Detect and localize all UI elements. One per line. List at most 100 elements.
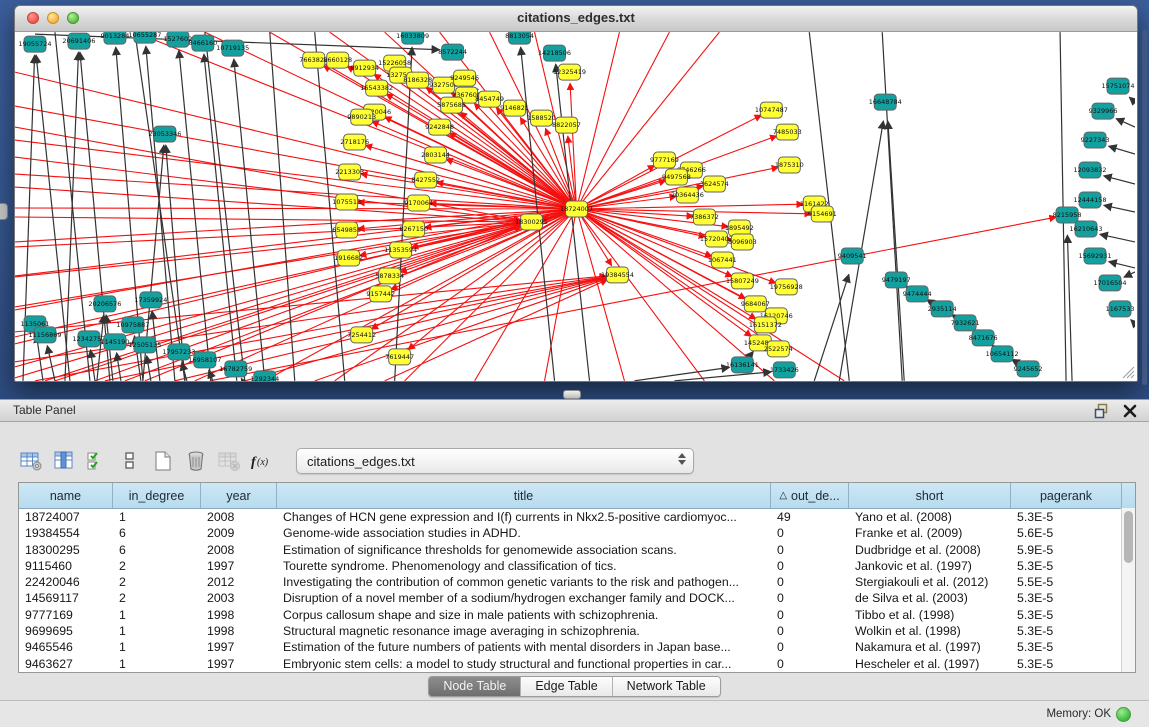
- network-node[interactable]: 12093832: [1074, 162, 1107, 178]
- network-node[interactable]: 2935114: [928, 301, 957, 317]
- network-node[interactable]: 3624574: [700, 176, 729, 192]
- network-node[interactable]: 5875685: [437, 97, 466, 113]
- table-scrollbar-thumb[interactable]: [1124, 511, 1133, 563]
- network-node[interactable]: 2522574: [764, 341, 793, 357]
- column-header-in_degree[interactable]: in_degree: [113, 483, 201, 508]
- table-selector-dropdown[interactable]: citations_edges.txt: [296, 448, 694, 474]
- network-node[interactable]: 1075513: [332, 194, 361, 210]
- network-node[interactable]: 9157442: [366, 286, 395, 302]
- network-node[interactable]: 8822057: [552, 117, 581, 133]
- network-node[interactable]: 9242848: [425, 119, 454, 135]
- network-node[interactable]: 1916682: [334, 250, 363, 266]
- network-node[interactable]: 17359924: [134, 292, 167, 308]
- network-node[interactable]: 19055724: [18, 36, 51, 52]
- network-node[interactable]: 9777169: [650, 152, 679, 168]
- network-node[interactable]: 9146821: [500, 100, 529, 116]
- network-node[interactable]: 7932621: [951, 315, 980, 331]
- network-node[interactable]: 9409541: [838, 248, 867, 264]
- network-node[interactable]: 1167533: [1106, 301, 1135, 317]
- network-node[interactable]: 8215958: [1053, 207, 1082, 223]
- column-header-title[interactable]: title: [277, 483, 771, 508]
- table-row[interactable]: 1872400712008Changes of HCN gene express…: [19, 509, 1135, 525]
- panel-splitter-handle[interactable]: [563, 390, 581, 399]
- network-node[interactable]: 16648784: [869, 94, 902, 110]
- network-node[interactable]: 10655287: [128, 32, 161, 43]
- network-node[interactable]: 16543382: [360, 80, 393, 96]
- row-height-icon[interactable]: [117, 448, 143, 474]
- network-node[interactable]: 9497568: [662, 169, 691, 185]
- table-row[interactable]: 946362711997Embryonic stem cells: a mode…: [19, 656, 1135, 672]
- network-node[interactable]: 1875310: [775, 157, 804, 173]
- network-node[interactable]: 8660128: [323, 52, 352, 68]
- network-node[interactable]: 16136141: [726, 357, 759, 373]
- network-node[interactable]: 8267150: [399, 221, 428, 237]
- table-row[interactable]: 2242004622012Investigating the contribut…: [19, 574, 1135, 590]
- network-node[interactable]: 8471676: [969, 330, 998, 346]
- network-node[interactable]: 12325419: [553, 64, 586, 80]
- network-node[interactable]: 10654112: [986, 346, 1019, 362]
- close-panel-icon[interactable]: [1121, 402, 1139, 420]
- trash-icon[interactable]: [183, 448, 209, 474]
- network-node[interactable]: 7485033: [773, 124, 802, 140]
- table-settings-icon[interactable]: [18, 448, 44, 474]
- network-node[interactable]: 19756928: [770, 279, 803, 295]
- network-node[interactable]: 6549855: [332, 222, 361, 238]
- new-document-icon[interactable]: [150, 448, 176, 474]
- network-node[interactable]: 8427552: [411, 172, 440, 188]
- network-node[interactable]: 9684067: [741, 296, 770, 312]
- tab-network-table[interactable]: Network Table: [613, 677, 720, 696]
- tab-edge-table[interactable]: Edge Table: [521, 677, 612, 696]
- network-node[interactable]: 1145190: [100, 334, 129, 350]
- column-header-year[interactable]: year: [201, 483, 277, 508]
- network-node[interactable]: 16033809: [396, 32, 429, 44]
- network-node[interactable]: 1292344: [250, 371, 279, 381]
- network-node[interactable]: 9227343: [1081, 132, 1110, 148]
- network-node[interactable]: 7386372: [690, 209, 719, 225]
- network-node[interactable]: 20364436: [671, 187, 704, 203]
- table-row[interactable]: 977716911998Corpus callosum shape and si…: [19, 607, 1135, 623]
- column-header-out_de[interactable]: △out_de...: [771, 483, 849, 508]
- column-header-name[interactable]: name: [19, 483, 113, 508]
- network-node[interactable]: 5878334: [375, 268, 404, 284]
- network-node[interactable]: 1733426: [770, 362, 799, 378]
- network-node[interactable]: 2213303: [335, 164, 364, 180]
- network-node[interactable]: 2718176: [340, 134, 369, 150]
- network-node[interactable]: 9890213: [347, 109, 376, 125]
- float-panel-icon[interactable]: [1093, 402, 1111, 420]
- table-row[interactable]: 1456911722003Disruption of a novel membe…: [19, 590, 1135, 606]
- table-scrollbar[interactable]: [1121, 508, 1135, 672]
- network-node[interactable]: 15692931: [1079, 248, 1112, 264]
- control-panel-notch[interactable]: [0, 203, 8, 220]
- network-node[interactable]: 9249546: [450, 70, 479, 86]
- network-node[interactable]: 9245652: [1014, 361, 1043, 377]
- network-canvas[interactable]: 1872400718300295766382286601288912934152…: [15, 32, 1135, 381]
- network-node[interactable]: 14218506: [538, 45, 571, 61]
- network-node[interactable]: 15751074: [1102, 78, 1135, 94]
- table-row[interactable]: 946554611997Estimation of the future num…: [19, 639, 1135, 655]
- network-node[interactable]: 17016504: [1094, 275, 1127, 291]
- network-node[interactable]: 8096903: [728, 234, 757, 250]
- column-chooser-icon[interactable]: [51, 448, 77, 474]
- column-header-pagerank[interactable]: pagerank: [1011, 483, 1122, 508]
- network-node[interactable]: 8572244: [438, 44, 467, 60]
- network-node[interactable]: 7254412: [347, 327, 376, 343]
- network-node[interactable]: 8186328: [403, 72, 432, 88]
- network-node[interactable]: 8466160: [188, 35, 217, 51]
- table-row[interactable]: 969969511998Structural magnetic resonanc…: [19, 623, 1135, 639]
- network-node[interactable]: 2803144: [421, 147, 450, 163]
- network-node[interactable]: 8912934: [350, 60, 379, 76]
- network-node[interactable]: 7619447: [385, 349, 414, 365]
- network-node[interactable]: 9013284: [100, 32, 129, 44]
- table-row[interactable]: 911546021997Tourette syndrome. Phenomeno…: [19, 558, 1135, 574]
- tab-node-table[interactable]: Node Table: [429, 677, 521, 696]
- window-title-bar[interactable]: citations_edges.txt: [15, 6, 1137, 32]
- column-header-short[interactable]: short: [849, 483, 1011, 508]
- network-node[interactable]: 20206576: [88, 296, 121, 312]
- select-rows-icon[interactable]: [84, 448, 110, 474]
- network-node[interactable]: 1067441: [708, 252, 737, 268]
- network-node[interactable]: 9479197: [882, 272, 911, 288]
- function-icon[interactable]: f(x): [249, 448, 275, 474]
- network-node[interactable]: 9474444: [903, 286, 932, 302]
- table-row[interactable]: 1938455462009Genome-wide association stu…: [19, 525, 1135, 541]
- network-node[interactable]: 9154691: [808, 206, 837, 222]
